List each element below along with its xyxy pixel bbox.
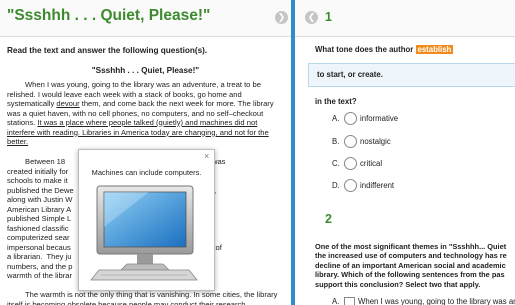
question-pane: ❮ 1 What tone does the author establish … <box>295 0 515 305</box>
option-label: When I was young, going to the library w… <box>358 297 515 305</box>
close-icon[interactable]: × <box>204 151 209 161</box>
question-1-prompt: in the text? <box>315 97 357 106</box>
stem-line: One of the most significant themes in "S… <box>315 242 507 251</box>
option-letter: A. <box>332 297 340 305</box>
passage-header: "Ssshhh . . . Quiet, Please!" ❯ <box>0 0 291 37</box>
back-button[interactable]: ❮ <box>305 11 318 24</box>
passage-title: "Ssshhh . . . Quiet, Please!" <box>7 7 211 24</box>
underlined-text: It was a place where people talked (quie… <box>7 118 269 146</box>
paragraph-3: The warmth is not the only thing that is… <box>7 290 278 305</box>
checkbox[interactable] <box>344 297 355 305</box>
stem-line: the increased use of computers and techn… <box>315 251 507 261</box>
option-letter: B. <box>332 137 340 146</box>
option-label: informative <box>360 114 399 123</box>
question-1-number: 1 <box>325 10 332 24</box>
definition-text: to start, or create. <box>317 70 383 79</box>
radio-button[interactable] <box>344 112 357 125</box>
definition-banner: to start, or create. <box>308 63 515 87</box>
option-label: nostalgic <box>360 137 391 146</box>
collapse-passage-button[interactable]: ❯ <box>275 11 288 24</box>
popup-caption: Machines can include computers. <box>91 168 202 177</box>
paragraph-1: When I was young, going to the library w… <box>7 80 285 147</box>
chevron-right-icon: ❯ <box>277 12 286 22</box>
question-2-stem: One of the most significant themes in "S… <box>315 242 515 289</box>
option-label: critical <box>360 159 383 168</box>
instructions: Read the text and answer the following q… <box>7 46 208 55</box>
radio-button[interactable] <box>344 157 357 170</box>
stem-text: What tone does the author <box>315 45 416 54</box>
question-1-stem: What tone does the author establish <box>315 45 454 54</box>
passage-pane: "Ssshhh . . . Quiet, Please!" ❯ Read the… <box>0 0 291 305</box>
option-letter: D. <box>332 181 340 190</box>
question-header: ❮ 1 <box>295 0 515 37</box>
option-letter: A. <box>332 114 340 123</box>
radio-button[interactable] <box>344 135 357 148</box>
stem-line: support this conclusion? Select two that… <box>315 279 481 289</box>
question-2-number: 2 <box>325 212 332 226</box>
option-letter: C. <box>332 159 340 168</box>
underlined-text: devour <box>56 99 80 108</box>
radio-button[interactable] <box>344 179 357 192</box>
article-title: "Ssshhh . . . Quiet, Please!" <box>91 66 200 75</box>
chevron-left-icon: ❮ <box>307 12 316 22</box>
image-popup: × Machines can include computers. <box>78 149 215 291</box>
highlighted-word[interactable]: establish <box>415 45 454 54</box>
stem-line: decline of an important American social … <box>315 260 506 270</box>
option-label: indifferent <box>360 181 395 190</box>
computer-monitor-icon <box>89 182 204 287</box>
stem-line: library. Which of the following sentence… <box>315 270 505 280</box>
